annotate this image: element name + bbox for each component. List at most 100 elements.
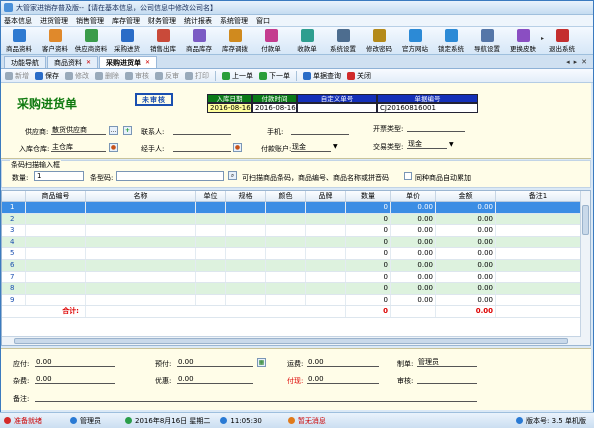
grid-vertical-scrollbar[interactable] [580,191,590,345]
col-brand[interactable]: 品牌 [306,191,346,201]
cell-qty[interactable]: 0 [346,213,391,225]
cell[interactable] [266,248,306,259]
cell[interactable] [226,259,266,271]
cell[interactable] [226,271,266,283]
cell[interactable] [26,202,86,213]
tab-right-icon[interactable]: ▸ [574,58,578,66]
action-button-10[interactable]: 关闭 [347,71,371,81]
discount-field[interactable]: 0.00 [177,375,253,384]
cell-price[interactable]: 0.00 [391,283,436,294]
col-qty[interactable]: 数量 [346,191,391,201]
grid-horizontal-scrollbar[interactable] [2,336,581,345]
action-button-9[interactable]: 单据查询 [303,71,341,81]
toolbar-exit-button[interactable]: 退出系统 [546,29,578,53]
toolbar-lock-button[interactable]: 锁定系统 [435,29,467,53]
cell-qty[interactable]: 0 [346,236,391,248]
toolbar-website-button[interactable]: 官方网站 [399,29,431,53]
toolbar-sales-out-button[interactable]: 销售出库 [147,29,179,53]
cell[interactable] [266,294,306,306]
cell[interactable] [26,271,86,283]
table-row[interactable]: 6 0 0.00 0.00 [2,259,590,272]
toolbar-nav-settings-button[interactable]: 导航设置 [471,29,503,53]
menu-stock[interactable]: 库存管理 [112,16,140,26]
cell-price[interactable]: 0.00 [391,259,436,271]
cell[interactable] [266,283,306,294]
toolbar-customer-button[interactable]: 客户资料 [39,29,71,53]
hscroll-thumb[interactable] [14,338,568,344]
toolbar-purchase-button[interactable]: 采购进货 [111,29,143,53]
handler-field[interactable] [173,143,231,152]
cell-qty[interactable]: 0 [346,271,391,283]
action-button-5[interactable]: 反审 [155,71,179,81]
cell[interactable] [196,248,226,259]
cell[interactable] [86,213,196,225]
cell-price[interactable]: 0.00 [391,248,436,259]
cell[interactable] [26,236,86,248]
pay-date-field[interactable]: 2016-08-16 [252,103,297,113]
invoice-type-field[interactable] [407,123,465,132]
toolbar-goods-button[interactable]: 商品资料 [3,29,35,53]
cell[interactable] [266,202,306,213]
cell[interactable] [196,236,226,248]
supplier-field[interactable]: 散货供应商 [51,126,106,135]
table-row[interactable]: 2 0 0.00 0.00 [2,213,590,226]
account-dropdown-icon[interactable]: ▼ [333,143,338,150]
cell-amount[interactable]: 0.00 [436,248,496,259]
cell-amount[interactable]: 0.00 [436,225,496,236]
cell-qty[interactable]: 0 [346,248,391,259]
menu-finance[interactable]: 财务管理 [148,16,176,26]
cell[interactable] [266,259,306,271]
cell[interactable] [306,225,346,236]
toolbar-supplier-button[interactable]: 供应商资料 [75,29,107,53]
action-button-3[interactable]: 删除 [95,71,119,81]
cell-amount[interactable]: 0.00 [436,236,496,248]
action-button-1[interactable]: 保存 [35,71,59,81]
action-button-2[interactable]: 修改 [65,71,89,81]
cell[interactable] [196,259,226,271]
cell[interactable] [26,213,86,225]
tab-nav[interactable]: 功能导航 [4,56,46,68]
cell-amount[interactable]: 0.00 [436,202,496,213]
cell-amount[interactable]: 0.00 [436,294,496,306]
barcode-search-icon[interactable]: ⌕ [228,171,237,180]
cell[interactable] [306,202,346,213]
cell[interactable] [86,294,196,306]
cell-qty[interactable]: 0 [346,283,391,294]
cell[interactable] [196,283,226,294]
cell[interactable] [496,248,581,259]
prepay-calc-icon[interactable]: ▦ [257,358,266,367]
prepay-field[interactable]: 0.00 [177,358,253,367]
cell-price[interactable]: 0.00 [391,271,436,283]
cell-price[interactable]: 0.00 [391,236,436,248]
trade-type-field[interactable]: 现金 [407,140,447,149]
cell-price[interactable]: 0.00 [391,225,436,236]
toolbar-skin-button[interactable]: 更换皮肤 [507,29,539,53]
cell[interactable] [86,271,196,283]
cell[interactable] [266,236,306,248]
cell[interactable] [496,236,581,248]
cell-amount[interactable]: 0.00 [436,271,496,283]
cell[interactable] [86,236,196,248]
action-button-7[interactable]: 上一单 [222,71,253,81]
cell[interactable] [266,213,306,225]
supplier-search-icon[interactable]: … [109,126,118,135]
cell[interactable] [306,294,346,306]
cash-paid-field[interactable]: 0.00 [307,375,379,384]
table-row[interactable]: 7 0 0.00 0.00 [2,271,590,284]
cell[interactable] [496,271,581,283]
table-row[interactable]: 3 0 0.00 0.00 [2,225,590,237]
col-name[interactable]: 名称 [86,191,196,201]
action-button-0[interactable]: 新增 [5,71,29,81]
close-icon[interactable]: ✕ [86,59,91,66]
cell[interactable] [496,225,581,236]
cell-price[interactable]: 0.00 [391,294,436,306]
cell[interactable] [306,271,346,283]
cell-amount[interactable]: 0.00 [436,283,496,294]
cell-qty[interactable]: 0 [346,259,391,271]
scroll-thumb[interactable] [582,205,589,235]
menu-basic-info[interactable]: 基本信息 [4,16,32,26]
cell[interactable] [306,213,346,225]
cell[interactable] [226,213,266,225]
cell[interactable] [306,283,346,294]
warehouse-field[interactable]: 主仓库 [51,143,106,152]
